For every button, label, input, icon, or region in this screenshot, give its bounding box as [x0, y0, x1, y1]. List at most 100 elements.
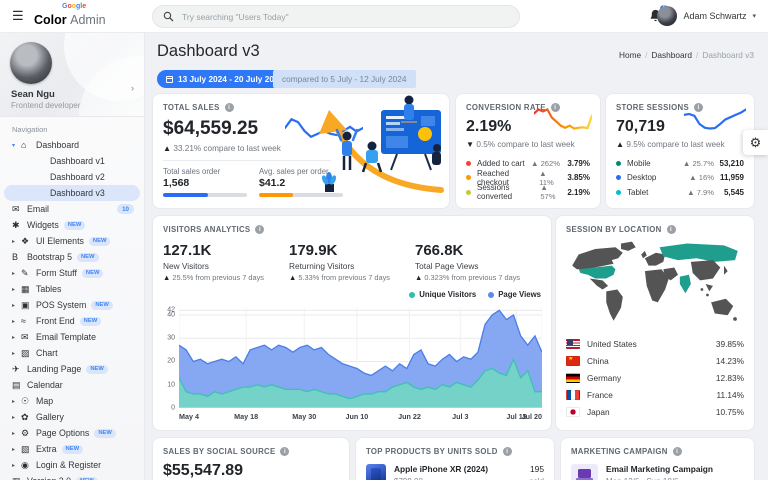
tables-icon: ▦ — [21, 284, 36, 295]
sidebar-item[interactable]: Dashboard v2 — [4, 169, 140, 185]
total-sales-card: TOTAL SALESi $64,559.25 ▲ 33.21% compare… — [152, 93, 450, 209]
sidebar-item[interactable]: ▸ ✎ Form Stuff NEW — [4, 265, 140, 281]
gear-icon: ⚙ — [750, 135, 762, 151]
status-dot — [616, 190, 621, 195]
search-input[interactable] — [182, 12, 509, 22]
gear-icon: ⚙ — [21, 428, 36, 439]
sidebar-item[interactable]: ✱ Widgets NEW — [4, 217, 140, 233]
calendar-icon — [166, 76, 173, 83]
search-bar[interactable] — [152, 5, 520, 28]
chart-icon: ▨ — [21, 348, 36, 359]
sidebar-profile[interactable]: Sean Ngu Frontend developer › — [0, 33, 144, 117]
sidebar-item[interactable]: ▤ Calendar — [4, 377, 140, 393]
legend-item[interactable]: Page Views — [488, 290, 541, 299]
card-title: VISITORS ANALYTICSi — [163, 225, 541, 234]
sidebar-item[interactable]: Dashboard v3 — [4, 185, 140, 201]
breadcrumb-home[interactable]: Home — [619, 50, 641, 60]
sidebar-item[interactable]: ▸ ✿ Gallery — [4, 409, 140, 425]
theme-settings-button[interactable]: ⚙ — [743, 130, 768, 155]
sidebar-item[interactable]: ▸ ▦ Tables — [4, 281, 140, 297]
google-logo: Google — [62, 3, 86, 10]
campaign-row: Email Marketing Campaign Mon 12/6 - Sun … — [571, 464, 744, 480]
teamwork-illustration — [317, 94, 449, 208]
email-template-icon: ✉ — [21, 332, 36, 343]
sidebar-item-label: Extra — [36, 444, 57, 454]
sidebar-item-label: Login & Register — [36, 460, 101, 470]
info-icon[interactable]: i — [673, 447, 682, 456]
visitors-analytics-card: VISITORS ANALYTICSi 127.1K New Visitors … — [152, 215, 552, 431]
nav-caret-icon: ▸ — [12, 462, 21, 469]
sidebar-item[interactable]: ▸ ❖ UI Elements NEW — [4, 233, 140, 249]
sidebar-item-label: Bootstrap 5 — [27, 252, 72, 262]
sidebar-item[interactable]: Dashboard v1 — [4, 153, 140, 169]
legend-dot — [409, 292, 415, 298]
hamburger-menu-icon[interactable]: ☰ — [12, 8, 24, 24]
chart-legend: Unique Visitors Page Views — [409, 290, 541, 299]
search-icon — [163, 11, 174, 22]
sidebar-item[interactable]: ▥ Version 2.0 NEW — [4, 473, 140, 480]
info-icon[interactable]: i — [280, 447, 289, 456]
sidebar-item[interactable]: ▸ ▧ Extra NEW — [4, 441, 140, 457]
sidebar-item-label: Dashboard v1 — [50, 156, 105, 166]
status-dot — [616, 175, 621, 180]
pos-system-icon: ▣ — [21, 300, 36, 311]
nav-caret-icon: ▸ — [12, 350, 21, 357]
sidebar-item[interactable]: ▸ ☉ Map — [4, 393, 140, 409]
info-icon[interactable]: i — [503, 447, 512, 456]
front-end-icon: ≈ — [21, 316, 36, 326]
app-logo[interactable]: Color Admin — [34, 13, 106, 27]
sessions-sparkline — [684, 106, 746, 132]
country-flag-icon — [566, 407, 580, 417]
visitor-stat: 766.8K Total Page Views ▲ 0.323% from pr… — [415, 242, 541, 282]
country-flag-icon — [566, 390, 580, 400]
nav-caret-icon: ▸ — [12, 398, 21, 405]
sidebar-item[interactable]: ▾ ⌂ Dashboard — [4, 137, 140, 153]
breadcrumb-dashboard[interactable]: Dashboard — [651, 50, 692, 60]
sidebar-item[interactable]: B Bootstrap 5 NEW — [4, 249, 140, 265]
nav-caret-icon: ▸ — [12, 302, 21, 309]
new-badge: NEW — [64, 221, 86, 230]
sidebar-item-label: Page Options — [36, 428, 89, 438]
metric-row: Desktop ▲ 16% 11,959 — [616, 171, 744, 186]
status-dot — [466, 190, 471, 195]
world-map — [566, 238, 744, 330]
profile-avatar — [10, 42, 52, 84]
conversion-rate-card: CONVERSION RATEi 2.19% ▼ 0.5% compare to… — [455, 93, 601, 209]
nav-caret-icon: ▸ — [12, 238, 21, 245]
product-thumbnail — [366, 464, 386, 480]
sidebar-item-label: Map — [36, 396, 53, 406]
sidebar-item[interactable]: ▸ ✉ Email Template — [4, 329, 140, 345]
user-menu[interactable]: Adam Schwartz ▾ — [657, 5, 756, 27]
sidebar-item[interactable]: ✈ Landing Page NEW — [4, 361, 140, 377]
profile-name: Sean Ngu — [11, 89, 55, 100]
sidebar-item[interactable]: ▸ ≈ Front End NEW — [4, 313, 140, 329]
sidebar-item-label: Calendar — [27, 380, 63, 390]
info-icon[interactable]: i — [667, 225, 676, 234]
progress-bar — [163, 193, 247, 197]
session-by-location-card: SESSION BY LOCATIONi — [555, 215, 755, 431]
sales-by-social-card: SALES BY SOCIAL SOURCEi $55,547.89 — [152, 437, 350, 480]
user-avatar — [657, 6, 677, 26]
legend-item[interactable]: Unique Visitors — [409, 290, 476, 299]
info-icon[interactable]: i — [255, 225, 264, 234]
info-icon[interactable]: i — [225, 103, 234, 112]
sidebar-item[interactable]: ▸ ◉ Login & Register — [4, 457, 140, 473]
card-title: MARKETING CAMPAIGNi — [571, 447, 744, 456]
sidebar-item-label: POS System — [36, 300, 86, 310]
sidebar-item[interactable]: ✉ Email 10 — [4, 201, 140, 217]
rocket-icon: ✈ — [12, 364, 27, 375]
total-sales-order-metric: Total sales order 1,568 — [163, 167, 247, 197]
sidebar-item[interactable]: ▸ ⚙ Page Options NEW — [4, 425, 140, 441]
visitor-stat: 127.1K New Visitors ▲ 25.5% from previou… — [163, 242, 289, 282]
conversion-change: ▼ 0.5% compare to last week — [466, 140, 590, 149]
country-flag-icon — [566, 356, 580, 366]
product-row: Apple iPhone XR (2024) $799.00 195 sold — [366, 464, 544, 480]
sidebar-item[interactable]: ▸ ▨ Chart — [4, 345, 140, 361]
calendar-icon: ▤ — [12, 380, 27, 391]
sidebar-item[interactable]: ▸ ▣ POS System NEW — [4, 297, 140, 313]
new-badge: NEW — [86, 365, 108, 374]
chevron-right-icon[interactable]: › — [131, 83, 134, 93]
breadcrumb-current: Dashboard v3 — [702, 50, 754, 60]
visitors-stats: 127.1K New Visitors ▲ 25.5% from previou… — [163, 242, 541, 282]
nav-caret-icon: ▾ — [12, 142, 21, 149]
